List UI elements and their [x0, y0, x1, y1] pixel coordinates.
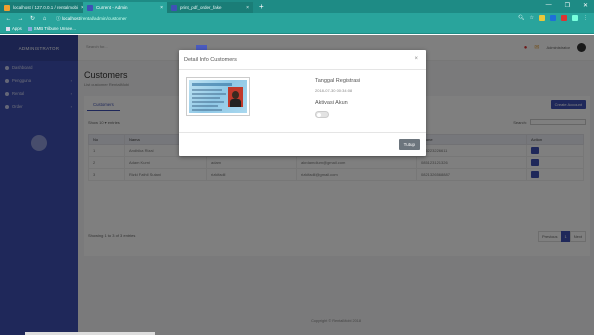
- kebab-menu-icon[interactable]: ⋮: [583, 15, 588, 21]
- modal-footer: Tutup: [179, 132, 426, 156]
- toggle-knob: [317, 113, 321, 117]
- tutup-button[interactable]: Tutup: [398, 139, 420, 150]
- tab-label: print_pdf_order_fake: [180, 5, 222, 10]
- registered-value: 2018-07-30 00:34:08: [315, 88, 353, 93]
- address-bar: ← → ↻ ⌂ ⓘ localhost/rental/admin/custome…: [0, 13, 594, 24]
- new-tab-button[interactable]: +: [259, 2, 264, 11]
- bookmark-label: Apps: [12, 26, 22, 31]
- browser-tabbar: localhost / 127.0.0.1 / rentalmobi × Cur…: [0, 0, 594, 13]
- extension-icon[interactable]: [550, 15, 556, 21]
- reload-icon[interactable]: ↻: [29, 15, 36, 22]
- modal-close-icon[interactable]: ×: [414, 56, 418, 62]
- extension-icon[interactable]: [561, 15, 567, 21]
- id-card-image: [187, 78, 249, 115]
- bookmark-smb[interactable]: SMB Tribune Unsee...: [27, 26, 76, 31]
- modal-title: Detail Info Customers: [179, 50, 426, 70]
- customer-detail-modal: Detail Info Customers × Tanggal Registra…: [179, 50, 426, 156]
- search-icon[interactable]: 🔍︎: [518, 15, 524, 21]
- window-controls: — ❐ ✕: [546, 2, 588, 9]
- favicon-icon: [87, 4, 93, 11]
- browser-tab-phpmyadmin[interactable]: localhost / 127.0.0.1 / rentalmobi ×: [0, 2, 83, 13]
- browser-tab-admin[interactable]: Current - Admin ×: [83, 2, 167, 13]
- activation-toggle[interactable]: [315, 111, 329, 118]
- bookmark-label: SMB Tribune Unsee...: [33, 26, 76, 31]
- window-close-button[interactable]: ✕: [583, 2, 588, 9]
- forward-icon[interactable]: →: [17, 16, 24, 22]
- id-photo: [228, 87, 243, 107]
- minimize-button[interactable]: —: [546, 2, 552, 9]
- extension-icon[interactable]: [539, 15, 545, 21]
- maximize-button[interactable]: ❐: [565, 2, 570, 9]
- back-icon[interactable]: ←: [5, 16, 12, 22]
- close-icon[interactable]: ×: [157, 5, 163, 11]
- activation-label: Aktivasi Akun: [315, 100, 348, 106]
- url-path: /rental/admin/customer: [80, 15, 127, 21]
- registered-label: Tanggal Registrasi: [315, 78, 361, 84]
- url-field[interactable]: ⓘ localhost/rental/admin/customer: [56, 16, 127, 22]
- tab-label: Current - Admin: [96, 5, 128, 10]
- tab-label: localhost / 127.0.0.1 / rentalmobi: [13, 5, 79, 10]
- apps-icon: [6, 26, 10, 31]
- favicon-icon: [171, 4, 177, 11]
- bookmark-apps[interactable]: Apps: [6, 26, 22, 31]
- browser-actions: 🔍︎ ☆ ⋮: [518, 15, 588, 21]
- close-icon[interactable]: ×: [243, 5, 249, 11]
- browser-tab-print-pdf[interactable]: print_pdf_order_fake ×: [167, 2, 253, 13]
- star-icon[interactable]: ☆: [530, 15, 534, 21]
- bookmarks-bar: Apps SMB Tribune Unsee...: [0, 24, 594, 34]
- favicon-icon: [4, 4, 10, 11]
- bookmark-icon: [27, 26, 32, 31]
- url-host: localhost: [61, 15, 81, 21]
- extension-icon[interactable]: [572, 15, 578, 21]
- home-icon[interactable]: ⌂: [41, 16, 48, 22]
